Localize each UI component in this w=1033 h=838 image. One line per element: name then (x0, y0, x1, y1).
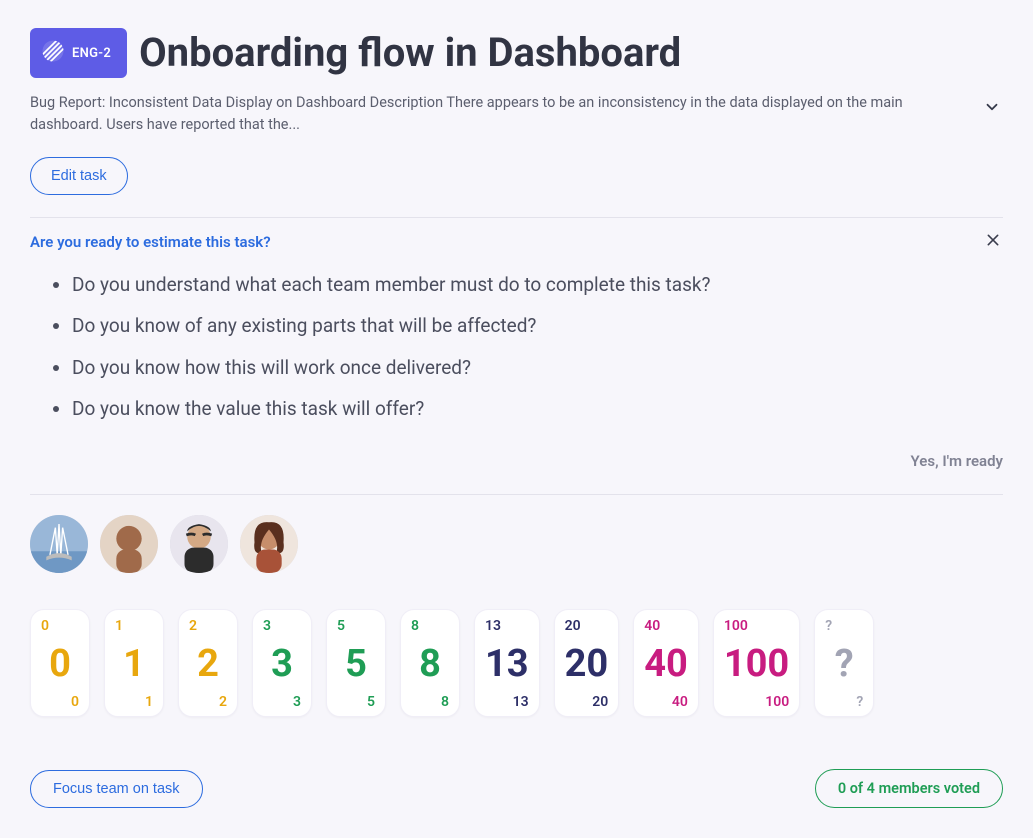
estimate-card-0[interactable]: 000 (30, 609, 90, 718)
team-avatars (30, 515, 1003, 573)
card-top-label: ? (825, 618, 863, 634)
card-main-label: 0 (41, 634, 79, 695)
ready-question: Do you know the value this task will off… (72, 394, 1003, 423)
close-icon (985, 232, 1001, 252)
ready-question: Do you know of any existing parts that w… (72, 311, 1003, 340)
card-top-label: 100 (724, 618, 789, 634)
card-bottom-label: 2 (189, 694, 227, 710)
task-description: Bug Report: Inconsistent Data Display on… (30, 92, 950, 137)
card-main-label: 1 (115, 634, 153, 695)
card-top-label: 3 (263, 618, 301, 634)
task-header: ENG-2 Onboarding flow in Dashboard (30, 28, 1003, 78)
estimate-card-40[interactable]: 404040 (633, 609, 699, 718)
card-top-label: 13 (485, 618, 529, 634)
vote-status-badge: 0 of 4 members voted (815, 769, 1003, 808)
card-bottom-label: ? (825, 694, 863, 710)
card-top-label: 40 (644, 618, 688, 634)
estimate-card-2[interactable]: 222 (178, 609, 238, 718)
focus-team-button[interactable]: Focus team on task (30, 770, 203, 808)
card-main-label: 40 (644, 634, 688, 695)
card-main-label: 2 (189, 634, 227, 695)
card-top-label: 8 (411, 618, 449, 634)
divider (30, 494, 1003, 495)
card-main-label: 5 (337, 634, 375, 695)
card-top-label: 5 (337, 618, 375, 634)
expand-description-button[interactable] (981, 98, 1003, 120)
estimate-card-?[interactable]: ??? (814, 609, 874, 718)
estimate-card-20[interactable]: 202020 (554, 609, 620, 718)
avatar[interactable] (170, 515, 228, 573)
card-top-label: 1 (115, 618, 153, 634)
card-bottom-label: 8 (411, 694, 449, 710)
card-bottom-label: 5 (337, 694, 375, 710)
task-title: Onboarding flow in Dashboard (139, 31, 681, 75)
card-bottom-label: 1 (115, 694, 153, 710)
ready-question: Do you understand what each team member … (72, 270, 1003, 299)
card-main-label: 100 (724, 634, 789, 695)
chevron-down-icon (983, 98, 1001, 120)
card-bottom-label: 0 (41, 694, 79, 710)
yes-ready-button[interactable]: Yes, I'm ready (911, 452, 1003, 470)
avatar[interactable] (30, 515, 88, 573)
card-main-label: 13 (485, 634, 529, 695)
card-top-label: 0 (41, 618, 79, 634)
avatar[interactable] (240, 515, 298, 573)
project-badge-label: ENG-2 (72, 46, 111, 61)
card-top-label: 20 (565, 618, 609, 634)
card-bottom-label: 100 (724, 694, 789, 710)
ready-question: Do you know how this will work once deli… (72, 353, 1003, 382)
estimate-card-3[interactable]: 333 (252, 609, 312, 718)
estimate-cards: 0001112223335558881313132020204040401001… (30, 609, 1003, 718)
card-bottom-label: 20 (565, 694, 609, 710)
estimate-card-8[interactable]: 888 (400, 609, 460, 718)
linear-icon (42, 40, 64, 66)
card-bottom-label: 40 (644, 694, 688, 710)
estimate-card-100[interactable]: 100100100 (713, 609, 800, 718)
dismiss-ready-button[interactable] (983, 232, 1003, 252)
edit-task-button[interactable]: Edit task (30, 157, 128, 195)
divider (30, 217, 1003, 218)
estimate-card-5[interactable]: 555 (326, 609, 386, 718)
card-top-label: 2 (189, 618, 227, 634)
card-bottom-label: 3 (263, 694, 301, 710)
card-main-label: 8 (411, 634, 449, 695)
avatar[interactable] (100, 515, 158, 573)
estimate-card-13[interactable]: 131313 (474, 609, 540, 718)
project-badge: ENG-2 (30, 28, 127, 78)
estimate-card-1[interactable]: 111 (104, 609, 164, 718)
ready-questions: Do you understand what each team member … (30, 270, 1003, 424)
ready-prompt: Are you ready to estimate this task? (30, 233, 271, 251)
card-main-label: 20 (565, 634, 609, 695)
card-main-label: ? (825, 634, 863, 695)
card-main-label: 3 (263, 634, 301, 695)
card-bottom-label: 13 (485, 694, 529, 710)
